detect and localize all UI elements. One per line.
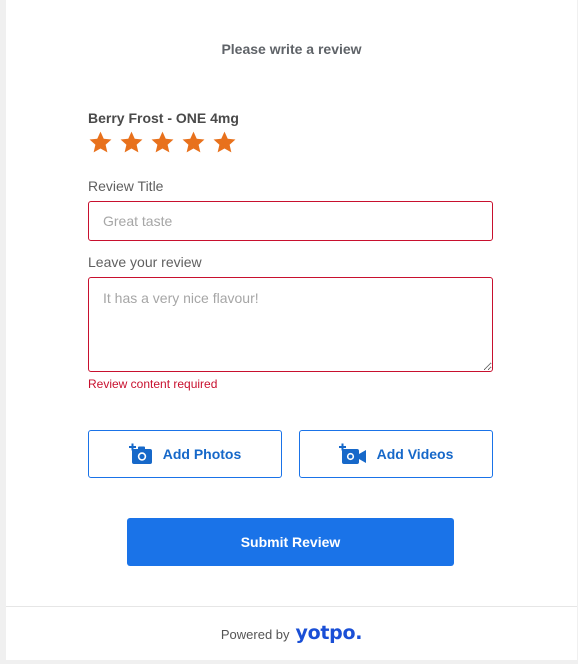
star-icon[interactable] bbox=[119, 130, 144, 155]
star-icon[interactable] bbox=[88, 130, 113, 155]
footer-divider bbox=[6, 606, 577, 607]
star-icon[interactable] bbox=[181, 130, 206, 155]
star-rating[interactable] bbox=[88, 130, 237, 155]
review-title-label: Review Title bbox=[88, 178, 164, 194]
product-name: Berry Frost - ONE 4mg bbox=[88, 110, 239, 126]
add-videos-button[interactable]: Add Videos bbox=[299, 430, 493, 478]
star-icon[interactable] bbox=[212, 130, 237, 155]
yotpo-logo[interactable]: yotpo. bbox=[296, 622, 363, 644]
add-video-icon bbox=[338, 443, 366, 464]
review-body-label: Leave your review bbox=[88, 254, 202, 270]
add-videos-label: Add Videos bbox=[376, 446, 454, 462]
review-title-input[interactable] bbox=[88, 201, 493, 241]
star-icon[interactable] bbox=[150, 130, 175, 155]
submit-review-button[interactable]: Submit Review bbox=[127, 518, 454, 566]
review-form-card: Please write a review Berry Frost - ONE … bbox=[6, 0, 577, 660]
add-photo-icon bbox=[128, 443, 152, 464]
powered-by-footer: Powered by yotpo. bbox=[6, 622, 577, 644]
add-photos-label: Add Photos bbox=[162, 446, 242, 462]
review-error-message: Review content required bbox=[88, 377, 218, 391]
review-body-textarea[interactable] bbox=[88, 277, 493, 372]
powered-by-text: Powered by bbox=[220, 627, 290, 642]
form-heading: Please write a review bbox=[221, 41, 362, 57]
add-photos-button[interactable]: Add Photos bbox=[88, 430, 282, 478]
